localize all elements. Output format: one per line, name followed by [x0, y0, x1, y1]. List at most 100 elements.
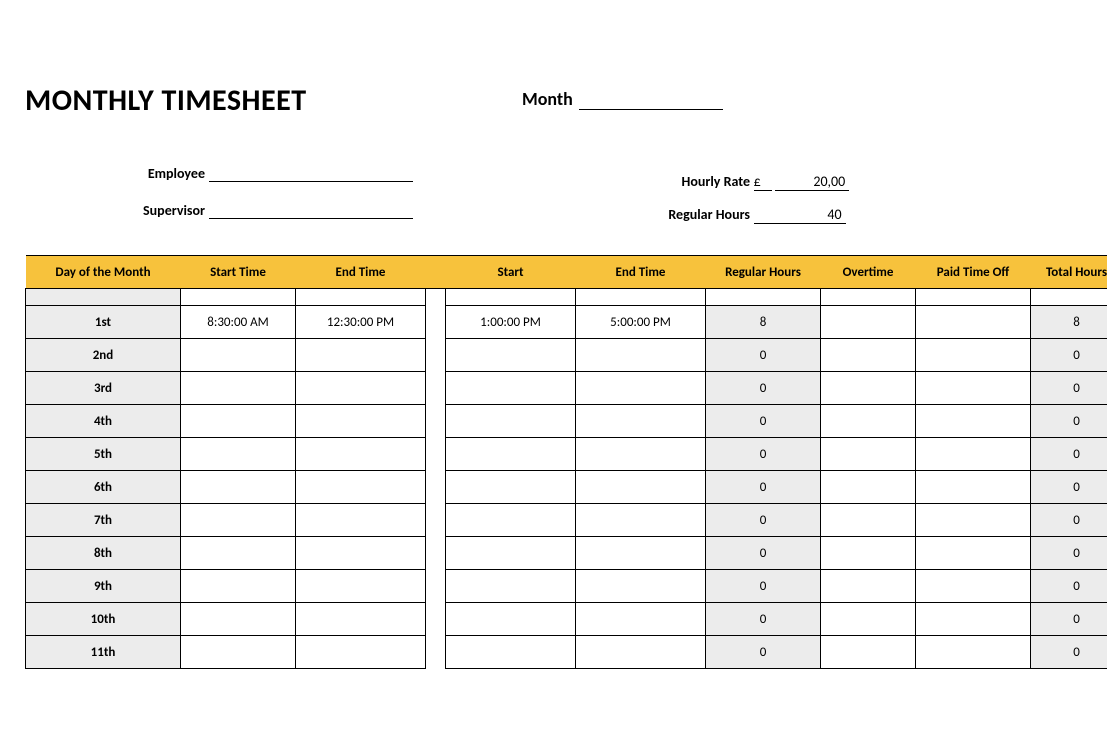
start-cell[interactable]: [446, 438, 576, 471]
currency-symbol: £: [754, 173, 772, 191]
end-time-2-cell[interactable]: [576, 537, 706, 570]
regular-hours-cell[interactable]: 0: [706, 339, 821, 372]
table-row: 3rd00: [26, 372, 1107, 405]
hourly-rate-value[interactable]: 20,00: [775, 173, 849, 191]
total-hours-cell: 0: [1031, 438, 1107, 471]
end-time-cell[interactable]: [296, 372, 426, 405]
start-time-cell[interactable]: [181, 603, 296, 636]
end-time-2-cell[interactable]: [576, 636, 706, 669]
end-time-cell[interactable]: [296, 537, 426, 570]
end-time-2-cell[interactable]: [576, 339, 706, 372]
start-time-cell[interactable]: 8:30:00 AM: [181, 306, 296, 339]
regular-hours-cell[interactable]: 0: [706, 537, 821, 570]
overtime-cell[interactable]: [821, 603, 916, 636]
table-row: 11th00: [26, 636, 1107, 669]
start-time-cell[interactable]: [181, 537, 296, 570]
regular-hours-cell[interactable]: 0: [706, 438, 821, 471]
regular-hours-cell[interactable]: 0: [706, 372, 821, 405]
pto-cell[interactable]: [916, 570, 1031, 603]
start-cell[interactable]: [446, 603, 576, 636]
col-overtime: Overtime: [821, 256, 916, 289]
end-time-cell[interactable]: [296, 405, 426, 438]
pto-cell[interactable]: [916, 636, 1031, 669]
start-cell[interactable]: [446, 570, 576, 603]
end-time-cell[interactable]: [296, 504, 426, 537]
end-time-2-cell[interactable]: [576, 405, 706, 438]
end-time-2-cell[interactable]: [576, 438, 706, 471]
total-hours-cell: 8: [1031, 306, 1107, 339]
regular-hours-cell[interactable]: 0: [706, 471, 821, 504]
overtime-cell[interactable]: [821, 636, 916, 669]
pto-cell[interactable]: [916, 339, 1031, 372]
start-time-cell[interactable]: [181, 471, 296, 504]
regular-hours-cell[interactable]: 8: [706, 306, 821, 339]
end-time-2-cell[interactable]: [576, 570, 706, 603]
table-row: 8th00: [26, 537, 1107, 570]
pto-cell[interactable]: [916, 537, 1031, 570]
overtime-cell[interactable]: [821, 537, 916, 570]
start-cell[interactable]: [446, 537, 576, 570]
overtime-cell[interactable]: [821, 570, 916, 603]
start-cell[interactable]: [446, 471, 576, 504]
end-time-2-cell[interactable]: 5:00:00 PM: [576, 306, 706, 339]
start-time-cell[interactable]: [181, 438, 296, 471]
overtime-cell[interactable]: [821, 438, 916, 471]
end-time-2-cell[interactable]: [576, 603, 706, 636]
month-input[interactable]: [579, 89, 723, 110]
end-time-cell[interactable]: 12:30:00 PM: [296, 306, 426, 339]
overtime-cell[interactable]: [821, 306, 916, 339]
gap-cell: [426, 603, 446, 636]
regular-hours-cell[interactable]: 0: [706, 570, 821, 603]
end-time-cell[interactable]: [296, 438, 426, 471]
start-time-cell[interactable]: [181, 636, 296, 669]
end-time-cell[interactable]: [296, 339, 426, 372]
end-time-2-cell[interactable]: [576, 504, 706, 537]
start-cell[interactable]: [446, 372, 576, 405]
day-cell: 4th: [26, 405, 181, 438]
table-row: 7th00: [26, 504, 1107, 537]
pto-cell[interactable]: [916, 405, 1031, 438]
regular-hours-cell[interactable]: 0: [706, 504, 821, 537]
overtime-cell[interactable]: [821, 372, 916, 405]
start-time-cell[interactable]: [181, 570, 296, 603]
end-time-2-cell[interactable]: [576, 372, 706, 405]
start-cell[interactable]: [446, 405, 576, 438]
pto-cell[interactable]: [916, 372, 1031, 405]
gap-cell: [426, 504, 446, 537]
overtime-cell[interactable]: [821, 504, 916, 537]
end-time-cell[interactable]: [296, 471, 426, 504]
end-time-cell[interactable]: [296, 570, 426, 603]
end-time-cell[interactable]: [296, 636, 426, 669]
overtime-cell[interactable]: [821, 339, 916, 372]
regular-hours-cell[interactable]: 0: [706, 636, 821, 669]
regular-hours-cell[interactable]: 0: [706, 603, 821, 636]
col-start: Start: [446, 256, 576, 289]
day-cell: 11th: [26, 636, 181, 669]
overtime-cell[interactable]: [821, 405, 916, 438]
start-time-cell[interactable]: [181, 405, 296, 438]
pto-cell[interactable]: [916, 603, 1031, 636]
regular-hours-cell[interactable]: 0: [706, 405, 821, 438]
pto-cell[interactable]: [916, 306, 1031, 339]
employee-input[interactable]: [209, 161, 413, 182]
start-cell[interactable]: [446, 636, 576, 669]
start-cell[interactable]: [446, 339, 576, 372]
table-row: 9th00: [26, 570, 1107, 603]
pto-cell[interactable]: [916, 438, 1031, 471]
start-cell[interactable]: 1:00:00 PM: [446, 306, 576, 339]
supervisor-input[interactable]: [209, 198, 413, 219]
pto-cell[interactable]: [916, 471, 1031, 504]
day-cell: 2nd: [26, 339, 181, 372]
end-time-cell[interactable]: [296, 603, 426, 636]
page-title: MONTHLY TIMESHEET: [25, 82, 307, 119]
end-time-2-cell[interactable]: [576, 471, 706, 504]
start-cell[interactable]: [446, 504, 576, 537]
overtime-cell[interactable]: [821, 471, 916, 504]
regular-hours-value[interactable]: 40: [754, 206, 846, 224]
col-regular: Regular Hours: [706, 256, 821, 289]
start-time-cell[interactable]: [181, 339, 296, 372]
start-time-cell[interactable]: [181, 372, 296, 405]
pto-cell[interactable]: [916, 504, 1031, 537]
day-cell: 7th: [26, 504, 181, 537]
start-time-cell[interactable]: [181, 504, 296, 537]
